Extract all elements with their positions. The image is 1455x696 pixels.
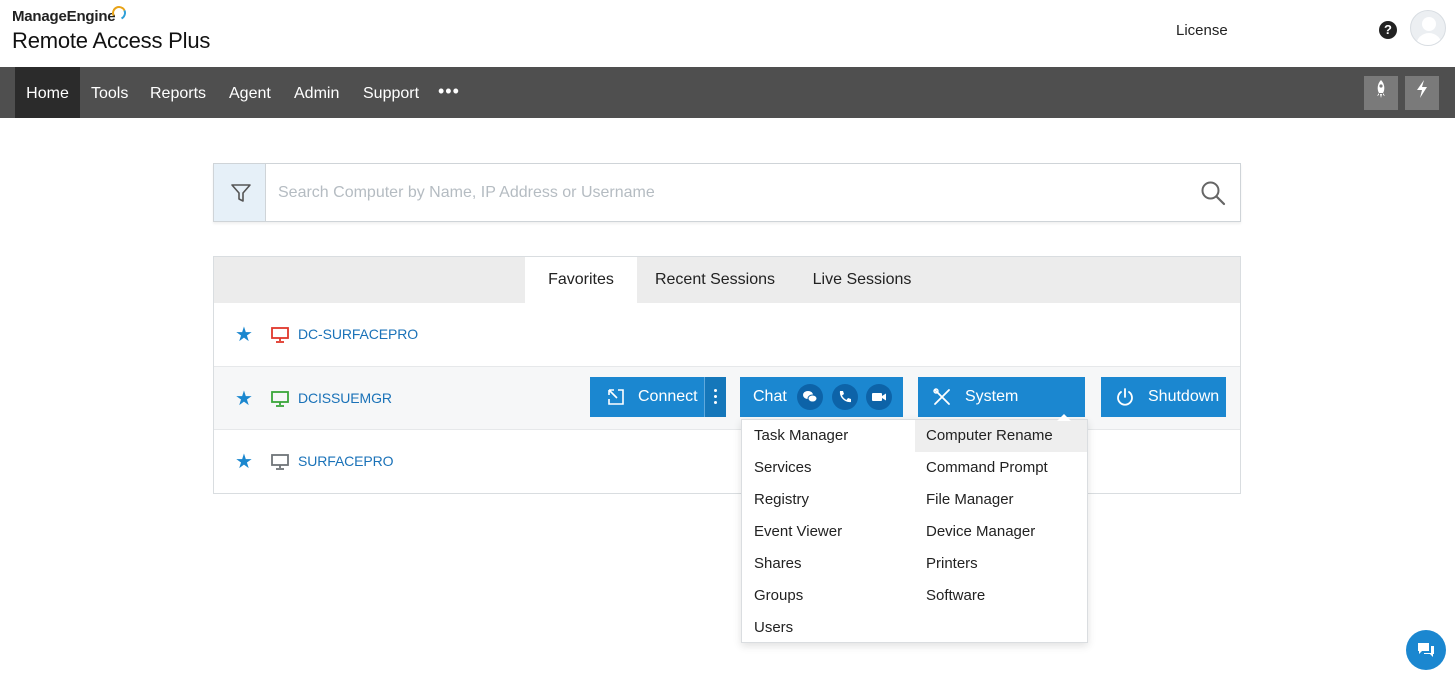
connect-button[interactable]: Connect — [590, 377, 726, 417]
menu-item-printers[interactable]: Printers — [926, 548, 978, 580]
remote-connect-icon — [608, 389, 624, 405]
shutdown-button[interactable]: Shutdown — [1101, 377, 1226, 417]
tab-bar: Favorites Recent Sessions Live Sessions — [214, 257, 1240, 303]
search-icon[interactable] — [1200, 180, 1226, 211]
chat-bubble-icon[interactable] — [797, 384, 823, 410]
system-manager-dropdown: Task Manager Services Registry Event Vie… — [741, 419, 1088, 643]
shutdown-label: Shutdown — [1148, 388, 1220, 405]
dropdown-caret — [1057, 414, 1071, 421]
menu-item-groups[interactable]: Groups — [754, 580, 803, 612]
power-icon — [1117, 388, 1133, 406]
brand-company: ManageEngine — [12, 8, 116, 25]
connect-label: Connect — [638, 388, 698, 405]
menu-item-computer-rename[interactable]: Computer Rename — [915, 420, 1087, 452]
table-row: ★ DC-SURFACEPRO — [214, 303, 1240, 366]
nav-item-support[interactable]: Support — [363, 67, 419, 118]
monitor-icon — [271, 454, 289, 470]
favorite-star-icon[interactable]: ★ — [235, 452, 253, 472]
tab-live-sessions[interactable]: Live Sessions — [804, 257, 920, 303]
menu-item-event-viewer[interactable]: Event Viewer — [754, 516, 842, 548]
search-input[interactable] — [278, 164, 1178, 221]
menu-item-file-manager[interactable]: File Manager — [926, 484, 1014, 516]
nav-more-menu[interactable]: ••• — [438, 67, 460, 118]
tab-recent-sessions[interactable]: Recent Sessions — [646, 257, 784, 303]
nav-item-agent[interactable]: Agent — [229, 67, 271, 118]
chat-button[interactable]: Chat — [740, 377, 903, 417]
lightning-icon[interactable] — [1405, 76, 1439, 110]
favorite-star-icon[interactable]: ★ — [235, 389, 253, 409]
computer-name-link[interactable]: DC-SURFACEPRO — [298, 326, 418, 342]
menu-item-shares[interactable]: Shares — [754, 548, 802, 580]
main-nav: Home Tools Reports Agent Admin Support •… — [0, 67, 1455, 118]
support-chat-icon[interactable] — [1406, 630, 1446, 670]
menu-item-registry[interactable]: Registry — [754, 484, 809, 516]
phone-icon[interactable] — [832, 384, 858, 410]
video-icon[interactable] — [866, 384, 892, 410]
favorite-star-icon[interactable]: ★ — [235, 325, 253, 345]
menu-item-users[interactable]: Users — [754, 612, 793, 644]
filter-icon[interactable] — [214, 164, 266, 221]
monitor-offline-icon — [271, 327, 289, 343]
menu-item-device-manager[interactable]: Device Manager — [926, 516, 1035, 548]
connect-options-button[interactable] — [704, 377, 726, 417]
menu-item-command-prompt[interactable]: Command Prompt — [926, 452, 1048, 484]
system-manager-button[interactable]: System Manager — [918, 377, 1085, 445]
computer-name-link[interactable]: SURFACEPRO — [298, 453, 394, 469]
license-link[interactable]: License — [1176, 22, 1228, 39]
nav-item-home[interactable]: Home — [15, 67, 80, 118]
question-circle-icon[interactable]: ? — [1379, 21, 1397, 39]
user-avatar-icon[interactable] — [1410, 10, 1446, 46]
tools-icon — [933, 388, 950, 405]
nav-item-tools[interactable]: Tools — [91, 67, 128, 118]
menu-item-services[interactable]: Services — [754, 452, 812, 484]
menu-item-task-manager[interactable]: Task Manager — [754, 420, 848, 452]
chat-label: Chat — [753, 388, 787, 405]
monitor-online-icon — [271, 391, 289, 407]
nav-item-reports[interactable]: Reports — [150, 67, 206, 118]
rocket-icon[interactable] — [1364, 76, 1398, 110]
computer-name-link[interactable]: DCISSUEMGR — [298, 390, 392, 406]
tab-favorites[interactable]: Favorites — [525, 257, 637, 303]
app-header: ManageEngine Remote Access Plus License … — [0, 0, 1455, 67]
nav-item-admin[interactable]: Admin — [294, 67, 339, 118]
kebab-icon — [714, 389, 717, 407]
menu-item-software[interactable]: Software — [926, 580, 985, 612]
brand-product: Remote Access Plus — [12, 28, 211, 53]
computer-search-bar — [213, 163, 1241, 222]
